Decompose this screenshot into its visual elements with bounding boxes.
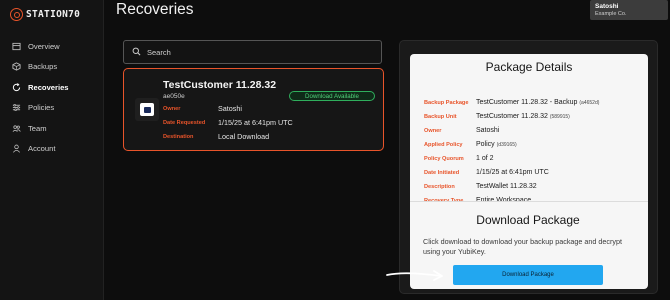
sidebar: STATION70 Overview Backups Recoveries Po… — [0, 0, 104, 300]
recovery-card[interactable]: TestCustomer 11.28.32 ae050e Download Av… — [123, 68, 384, 151]
detail-label: Date Initiated — [424, 169, 460, 176]
detail-label: Backup Unit — [424, 113, 457, 120]
user-menu[interactable]: Satoshi Example Co. — [590, 0, 668, 20]
detail-value: 1/15/25 at 6:41pm UTC — [476, 169, 549, 176]
sidebar-nav: Overview Backups Recoveries Policies Tea… — [0, 36, 104, 159]
detail-row: Backup Package TestCustomer 11.28.32 - B… — [424, 99, 599, 106]
sidebar-item-recoveries[interactable]: Recoveries — [0, 77, 104, 98]
recovery-id: ae050e — [163, 93, 185, 100]
sidebar-item-account[interactable]: Account — [0, 139, 104, 160]
detail-label: Owner — [424, 127, 442, 134]
yubikey-icon — [140, 103, 154, 116]
field-label: Owner — [163, 105, 181, 112]
detail-label: Backup Package — [424, 99, 469, 106]
download-title: Download Package — [476, 213, 580, 227]
brand-logo[interactable]: STATION70 — [10, 6, 94, 22]
pointer-arrow-icon — [386, 270, 443, 281]
page-title: Recoveries — [116, 1, 194, 18]
refresh-icon — [12, 82, 21, 92]
brand-name: STATION70 — [26, 8, 81, 20]
recovery-title: TestCustomer 11.28.32 — [163, 79, 277, 91]
download-instructions: Click download to download your backup p… — [423, 237, 622, 256]
user-org: Example Co. — [595, 11, 627, 17]
divider — [410, 201, 648, 202]
recovery-icon-wrap — [135, 98, 159, 121]
owner-row: Owner Satoshi — [163, 104, 242, 113]
sidebar-item-label: Policies — [28, 103, 55, 113]
sidebar-item-label: Team — [28, 123, 47, 133]
sidebar-item-label: Backups — [28, 62, 58, 72]
search-box — [123, 40, 382, 64]
field-label: Destination — [163, 133, 194, 140]
sidebar-item-label: Recoveries — [28, 82, 69, 92]
field-value: Local Download — [218, 132, 270, 141]
detail-value: TestWallet 11.28.32 — [476, 183, 537, 190]
detail-row: Applied Policy Policy (d39165) — [424, 141, 517, 148]
search-input[interactable] — [147, 47, 367, 57]
detail-value: 1 of 2 — [476, 155, 494, 162]
sidebar-item-backups[interactable]: Backups — [0, 57, 104, 78]
detail-value: Policy (d39165) — [476, 141, 517, 148]
search-icon — [132, 43, 141, 61]
detail-row: Owner Satoshi — [424, 127, 499, 134]
field-label: Date Requested — [163, 119, 206, 126]
detail-row: Description TestWallet 11.28.32 — [424, 183, 537, 190]
package-icon — [12, 62, 21, 71]
package-details-title: Package Details — [485, 60, 573, 74]
user-name: Satoshi — [595, 3, 619, 10]
sidebar-item-overview[interactable]: Overview — [0, 36, 104, 57]
sidebar-item-policies[interactable]: Policies — [0, 98, 104, 119]
detail-row: Policy Quorum 1 of 2 — [424, 155, 494, 162]
sidebar-item-label: Overview — [28, 41, 60, 51]
users-icon — [12, 124, 21, 133]
sidebar-item-team[interactable]: Team — [0, 118, 104, 139]
field-value: 1/15/25 at 6:41pm UTC — [218, 118, 293, 127]
download-package-button[interactable]: Download Package — [453, 265, 603, 285]
destination-row: Destination Local Download — [163, 132, 269, 141]
logo-icon — [10, 7, 23, 21]
detail-label: Description — [424, 183, 455, 190]
detail-label: Policy Quorum — [424, 155, 464, 162]
detail-label: Applied Policy — [424, 141, 463, 148]
sidebar-item-label: Account — [28, 144, 56, 154]
sliders-icon — [12, 103, 21, 112]
date-requested-row: Date Requested 1/15/25 at 6:41pm UTC — [163, 118, 293, 127]
grid-icon — [12, 42, 21, 51]
detail-row: Date Initiated 1/15/25 at 6:41pm UTC — [424, 169, 549, 176]
detail-value: Satoshi — [476, 127, 500, 134]
detail-row: Backup Unit TestCustomer 11.28.32 (58991… — [424, 113, 570, 120]
detail-value: TestCustomer 11.28.32 - Backup (a4652d) — [476, 99, 600, 106]
detail-value: TestCustomer 11.28.32 (589915) — [476, 113, 570, 120]
status-badge: Download Available — [289, 91, 375, 101]
field-value: Satoshi — [218, 104, 242, 113]
person-icon — [12, 144, 21, 153]
